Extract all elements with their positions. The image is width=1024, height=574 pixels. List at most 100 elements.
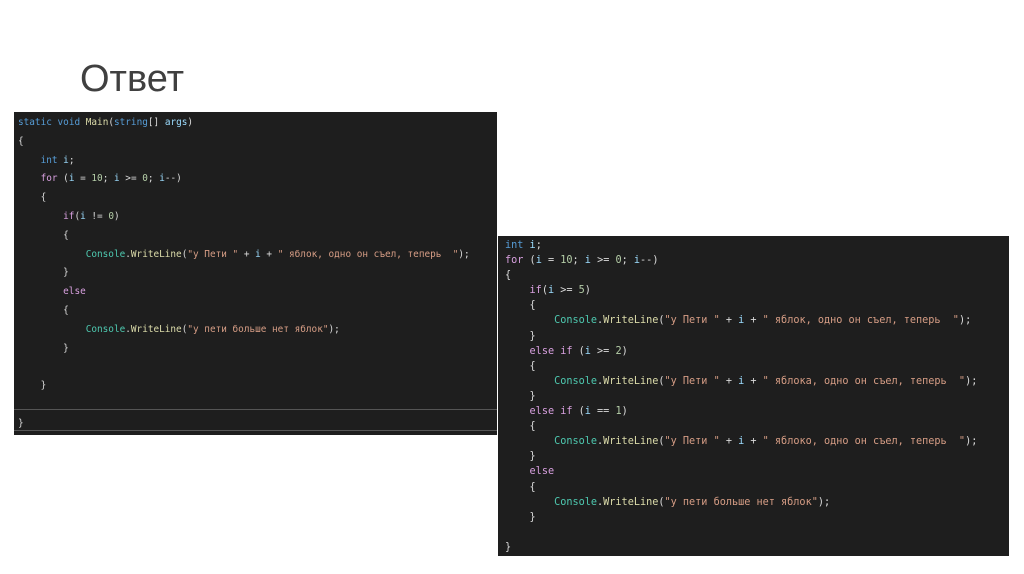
code-line: int i;	[505, 238, 977, 253]
code-line: Console.WriteLine("у пети больше нет ябл…	[505, 495, 977, 510]
code-token: >=	[554, 285, 579, 297]
code-token: --)	[640, 255, 659, 267]
code-token: }	[505, 451, 536, 463]
code-token: ;	[147, 173, 160, 185]
code-token: for	[40, 173, 58, 185]
code-line: }	[505, 510, 977, 525]
code-token: }	[505, 390, 536, 402]
code-line: else	[18, 283, 470, 302]
code-token: ==	[590, 406, 616, 418]
code-token: }	[18, 380, 47, 392]
code-line: Console.WriteLine("у Пети " + i + " ябло…	[505, 313, 977, 328]
code-line: if(i != 0)	[18, 208, 470, 227]
code-token: )	[114, 210, 120, 222]
code-line: {	[505, 359, 977, 374]
code-token: Console	[554, 315, 598, 327]
code-token: WriteLine	[603, 496, 659, 508]
code-token: (	[572, 406, 585, 418]
code-token: );	[965, 436, 978, 448]
code-token: {	[505, 360, 536, 372]
code-token: +	[744, 315, 763, 327]
code-token: WriteLine	[130, 248, 182, 260]
code-token: ;	[535, 240, 542, 251]
code-line: {	[18, 133, 470, 152]
code-line: else	[505, 464, 977, 479]
code-token: +	[744, 375, 763, 387]
code-token: >=	[590, 345, 616, 357]
code-token: );	[965, 375, 978, 387]
code-line: for (i = 10; i >= 0; i--)	[18, 170, 470, 189]
code-token: +	[260, 248, 278, 260]
code-line: {	[505, 419, 977, 434]
code-line: {	[18, 189, 470, 208]
code-token: Console	[554, 496, 598, 508]
code-line: else if (i >= 2)	[505, 344, 977, 359]
code-line: Console.WriteLine("у Пети " + i + " ябло…	[505, 374, 977, 389]
code-token: " яблок, одно он съел, теперь "	[762, 315, 959, 327]
code-token: ;	[68, 154, 75, 166]
code-line	[505, 525, 977, 540]
code-token: " яблок, одно он съел, теперь "	[277, 248, 459, 260]
code-token: }	[18, 417, 24, 429]
code-token: WriteLine	[130, 323, 182, 335]
code-token: (	[57, 173, 69, 185]
code-token: {	[505, 270, 512, 282]
code-line: }	[18, 264, 470, 283]
code-token: "у Пети "	[187, 248, 239, 260]
code-line: Console.WriteLine("у пети больше нет ябл…	[18, 321, 470, 340]
code-line: {	[505, 298, 977, 313]
code-token: !=	[85, 210, 109, 222]
code-line: }	[505, 540, 977, 555]
code-line: }	[505, 329, 977, 344]
code-line: int i;	[18, 152, 470, 171]
code-token: >=	[119, 173, 143, 185]
code-token: static	[18, 117, 52, 128]
code-line: }	[18, 340, 470, 359]
code-line: }	[505, 449, 977, 464]
code-token: )	[187, 117, 194, 128]
code-token: Main	[85, 117, 109, 128]
code-line: {	[18, 227, 470, 246]
code-token: Console	[554, 375, 598, 387]
code-line: if(i >= 5)	[505, 283, 977, 298]
code-token: );	[328, 323, 340, 335]
code-token: string	[114, 117, 148, 128]
code-token: if	[529, 285, 542, 297]
code-token: if	[63, 210, 75, 222]
code-token: "у пети больше нет яблок"	[664, 496, 818, 508]
code-token: =	[541, 255, 561, 267]
code-token: int	[40, 154, 58, 166]
code-line: for (i = 10; i >= 0; i--)	[505, 253, 977, 268]
code-line: {	[505, 480, 977, 495]
code-token: }	[505, 541, 512, 553]
code-token: void	[57, 117, 81, 128]
code-token: >=	[590, 255, 616, 267]
code-token: );	[958, 315, 972, 327]
code-token: }	[18, 267, 69, 279]
code-token: WriteLine	[603, 315, 659, 327]
code-line	[18, 396, 470, 415]
code-line: Console.WriteLine("у Пети " + i + " ябло…	[18, 246, 470, 265]
code-token: "у Пети "	[664, 315, 720, 327]
code-token: );	[458, 248, 470, 260]
code-token: "у Пети "	[664, 375, 720, 387]
code-token: }	[505, 330, 536, 342]
code-token: =	[74, 173, 92, 185]
code-token: +	[744, 436, 763, 448]
code-token: 10	[560, 255, 573, 267]
code-token: +	[719, 375, 739, 387]
code-token: )	[621, 406, 628, 418]
